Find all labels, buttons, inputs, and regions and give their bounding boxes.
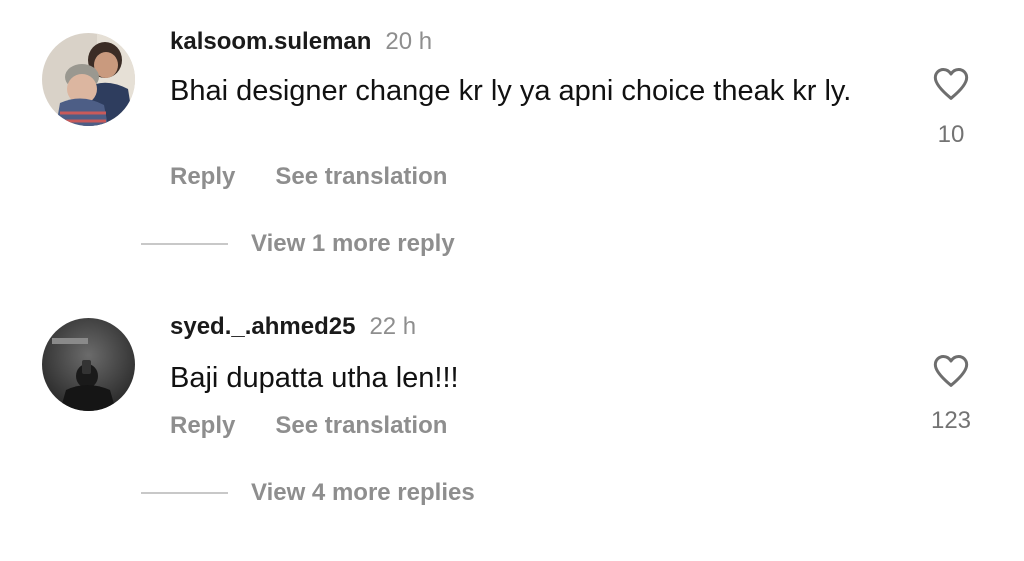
replies-divider [141, 492, 228, 494]
like-count: 123 [930, 407, 972, 434]
heart-icon[interactable] [930, 351, 972, 391]
comment-actions: Reply See translation [170, 163, 447, 191]
view-replies-button[interactable]: View 4 more replies [251, 478, 475, 508]
comment-meta: kalsoom.suleman 20 h [170, 28, 432, 56]
avatar-image [42, 33, 135, 126]
heart-outline-icon [933, 68, 969, 100]
see-translation-button[interactable]: See translation [275, 163, 447, 190]
view-replies-button[interactable]: View 1 more reply [251, 229, 455, 259]
view-replies-row[interactable]: View 4 more replies [0, 478, 1024, 508]
avatar[interactable] [42, 33, 135, 126]
heart-outline-icon [933, 355, 969, 387]
username[interactable]: kalsoom.suleman [170, 28, 371, 55]
reply-button[interactable]: Reply [170, 412, 235, 439]
reply-button[interactable]: Reply [170, 163, 235, 190]
username[interactable]: syed._.ahmed25 [170, 313, 355, 340]
timestamp: 20 h [385, 28, 433, 55]
avatar-image [42, 318, 135, 411]
comment-meta: syed._.ahmed25 22 h [170, 313, 416, 341]
replies-divider [141, 243, 228, 245]
avatar[interactable] [42, 318, 135, 411]
comment-actions: Reply See translation [170, 412, 447, 440]
timestamp: 22 h [369, 313, 417, 340]
see-translation-button[interactable]: See translation [275, 412, 447, 439]
heart-icon[interactable] [930, 64, 972, 104]
comment-text: Bhai designer change kr ly ya apni choic… [170, 75, 852, 107]
comment-text: Baji dupatta utha len!!! [170, 362, 459, 394]
like-count: 10 [937, 121, 965, 148]
view-replies-row[interactable]: View 1 more reply [0, 229, 1024, 259]
